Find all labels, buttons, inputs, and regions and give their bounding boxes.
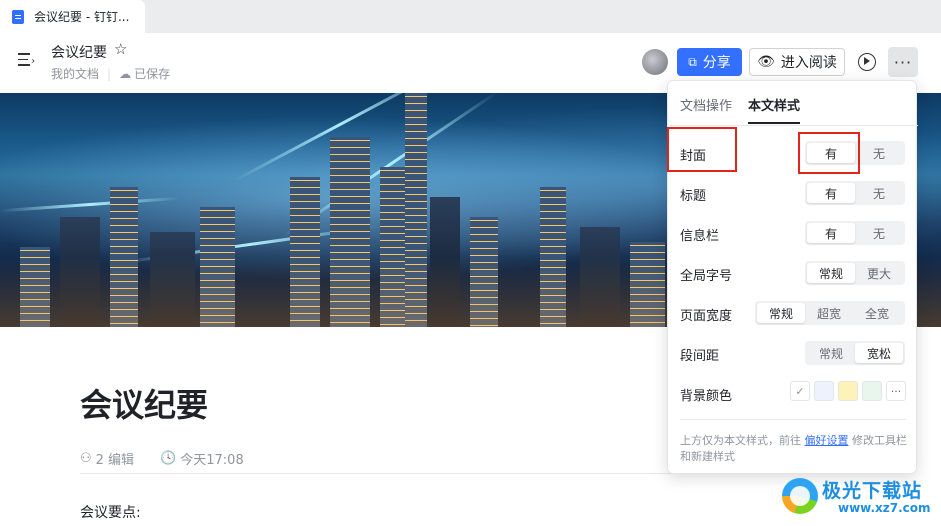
more-colors-button[interactable]: ··· [886,381,906,401]
row-label: 背景颜色 [680,389,733,404]
doc-title[interactable]: 会议纪要 [51,42,107,62]
watermark-name: 极光下载站 [822,480,923,502]
option-no[interactable]: 无 [855,143,903,163]
share-button[interactable]: ⧉ 分享 [677,48,742,76]
font-size-toggle: 常规 更大 [805,261,905,285]
option-larger[interactable]: 更大 [855,263,903,283]
swatch-green[interactable] [862,381,882,401]
row-font-size: 全局字号 常规 更大 [668,261,918,285]
highlight-cover-yes [798,132,860,174]
tab-title: 会议纪要 - 钉钉... [34,10,130,24]
row-title: 标题 有 无 [668,181,918,205]
row-label: 全局字号 [680,269,733,284]
eye-icon: 👁 [757,54,775,70]
updated-time: 今天17:08 [180,453,244,468]
title-toggle: 有 无 [805,181,905,205]
editor-count[interactable]: 2 编辑 [96,449,134,468]
swatch-yellow[interactable] [838,381,858,401]
cloud-check-icon: ☁ [119,66,132,81]
info-bar-toggle: 有 无 [805,221,905,245]
tab-bar: 会议纪要 - 钉钉... [0,0,941,33]
more-button[interactable]: ··· [888,47,918,77]
option-normal[interactable]: 常规 [807,343,855,363]
users-icon: ⚇ [80,451,92,466]
save-status: 已保存 [134,67,171,81]
option-yes[interactable]: 有 [807,223,855,243]
highlight-cover-label [667,127,737,172]
page-title[interactable]: 会议纪要 [80,380,208,426]
doc-location[interactable]: 我的文档 [51,65,99,82]
row-page-width: 页面宽度 常规 超宽 全宽 [668,301,918,325]
spacing-toggle: 常规 宽松 [805,341,905,365]
panel-footnote: 上方仅为本文样式，前往 偏好设置 修改工具栏和新建样式 [680,433,910,465]
row-label: 标题 [680,189,707,204]
swatch-white[interactable]: ✓ [790,381,810,401]
tab-doc-style[interactable]: 本文样式 [748,95,801,124]
row-label: 页面宽度 [680,309,733,324]
star-icon[interactable]: ☆ [114,40,127,58]
watermark: 极光下载站 www.xz7.com [782,474,932,518]
watermark-url: www.xz7.com [838,501,931,515]
body-paragraph[interactable]: 会议要点: [80,502,141,522]
option-full[interactable]: 全宽 [853,303,901,323]
option-normal[interactable]: 常规 [807,263,855,283]
option-loose[interactable]: 宽松 [855,343,903,363]
option-no[interactable]: 无 [855,183,903,203]
row-info-bar: 信息栏 有 无 [668,221,918,245]
page-width-toggle: 常规 超宽 全宽 [755,301,905,325]
share-label: 分享 [702,55,731,71]
footnote-text: 上方仅为本文样式，前往 [680,434,801,447]
more-icon: ··· [893,52,913,72]
color-swatches: ✓ ··· [790,381,906,401]
row-label: 段间距 [680,349,720,364]
sidebar-toggle-icon[interactable]: › [18,53,36,69]
share-icon: ⧉ [688,54,697,69]
read-mode-label: 进入阅读 [780,55,837,71]
watermark-logo-icon [782,478,818,514]
option-normal[interactable]: 常规 [757,303,805,323]
divider: | [107,66,112,81]
option-no[interactable]: 无 [855,223,903,243]
row-paragraph-spacing: 段间距 常规 宽松 [668,341,918,365]
row-label: 信息栏 [680,229,720,244]
doc-info-bar: ⚇ 2 编辑 🕓 今天17:08 [80,449,244,468]
avatar[interactable] [642,49,668,75]
divider [80,473,680,474]
document-icon [12,9,24,24]
option-wide[interactable]: 超宽 [805,303,853,323]
divider [680,419,906,420]
present-button[interactable] [854,49,880,75]
read-mode-button[interactable]: 👁 进入阅读 [749,48,845,76]
divider [668,125,918,126]
preferences-link[interactable]: 偏好设置 [805,434,849,447]
tab-document[interactable]: 会议纪要 - 钉钉... [0,0,145,33]
option-yes[interactable]: 有 [807,183,855,203]
play-icon [858,53,876,71]
tab-doc-actions[interactable]: 文档操作 [680,95,732,124]
panel-tabs: 文档操作 本文样式 [680,95,801,124]
doc-subline: 我的文档 | ☁ 已保存 [51,65,170,82]
clock-icon: 🕓 [160,451,177,466]
row-background-color: 背景颜色 ✓ ··· [668,381,918,405]
swatch-blue[interactable] [814,381,834,401]
